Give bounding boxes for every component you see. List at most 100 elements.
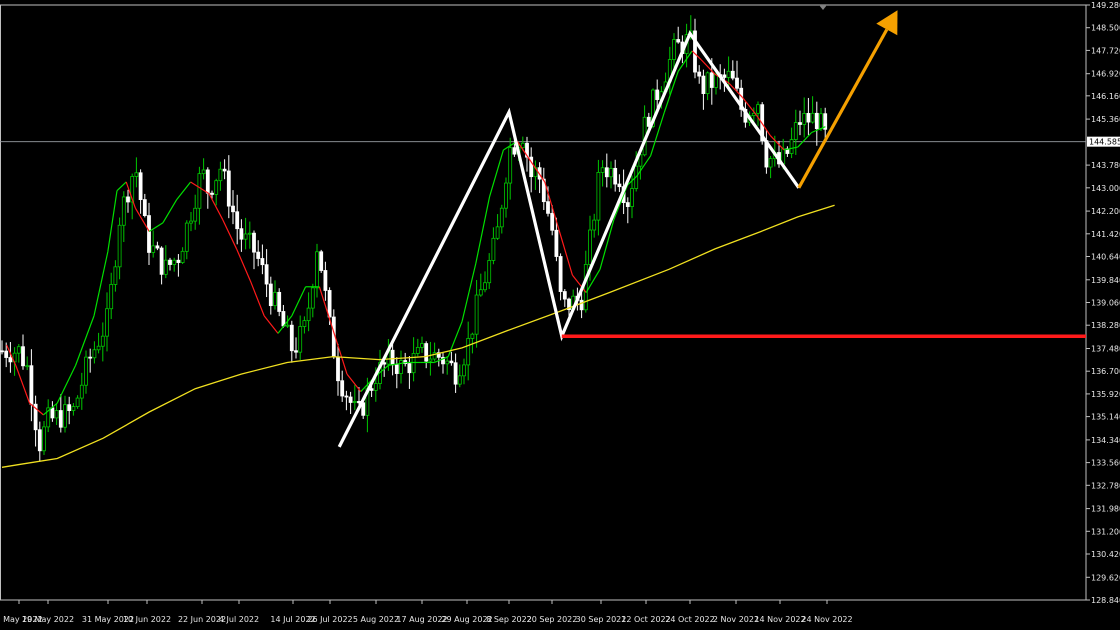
candle-body [474, 294, 479, 335]
candle-body [126, 196, 130, 203]
candle-body [714, 74, 718, 88]
y-tick-label: 139.840 [1091, 276, 1120, 285]
fast-ma-segment [291, 286, 307, 317]
candle-body [142, 199, 147, 216]
candle-body [29, 365, 34, 405]
y-tick-label: 136.700 [1091, 367, 1120, 376]
plot-frame [0, 4, 1087, 601]
y-tick-label: 135.920 [1091, 390, 1120, 399]
candle-body [457, 375, 462, 385]
candle-body [172, 259, 177, 265]
candle-body [478, 289, 483, 296]
candle-body [8, 357, 13, 363]
projection-arrow-shaft[interactable] [797, 28, 889, 189]
candle-body [558, 256, 563, 292]
candle-body [189, 220, 193, 224]
candle-body [340, 380, 345, 397]
fast-ma-segment [263, 315, 279, 334]
candle-body [579, 299, 584, 311]
candle-body [407, 363, 412, 374]
candle-body [310, 287, 315, 309]
candle-body [562, 291, 567, 300]
candle-body [42, 426, 46, 452]
y-tick-label: 141.420 [1091, 230, 1120, 239]
candle-body [302, 320, 307, 327]
candle-body [596, 172, 601, 221]
candle-body [205, 169, 210, 194]
candle-body [0, 350, 4, 353]
candle-body [462, 364, 466, 377]
candle-body [294, 350, 298, 353]
candle-body [420, 343, 424, 348]
fast-ma-segment [56, 365, 77, 404]
x-tick-label: 19 May 2022 [22, 615, 74, 624]
candle-body [394, 364, 399, 374]
fast-ma-segment [107, 190, 118, 252]
candle-body [247, 232, 252, 235]
candle-body [550, 212, 555, 231]
fast-ma-segment [613, 184, 629, 221]
y-tick-label: 147.720 [1091, 46, 1120, 55]
candle-body [672, 39, 676, 60]
y-tick-label: 129.620 [1091, 573, 1120, 582]
candle-body [491, 237, 496, 261]
candle-body [802, 113, 807, 125]
candle-body [210, 192, 214, 195]
y-tick-label: 134.340 [1091, 436, 1120, 445]
candle-body [16, 346, 21, 354]
candle-body [546, 201, 550, 214]
candle-body [218, 168, 223, 182]
y-tick-label: 139.060 [1091, 299, 1120, 308]
candle-body [92, 349, 97, 359]
candle-body [109, 284, 114, 310]
candle-body [348, 396, 353, 403]
candle-body [75, 397, 80, 408]
candle-body [554, 229, 559, 257]
chart-canvas[interactable]: 149.280 148.500 147.720 146.920 146.160 145.3… [0, 0, 1120, 630]
candle-body [168, 259, 172, 265]
candle-body [701, 75, 706, 94]
candle-body [243, 233, 248, 240]
candle-body [63, 404, 67, 428]
candle-body [604, 167, 609, 178]
candle-body [705, 72, 710, 94]
candle-body [819, 113, 823, 130]
candle-body [445, 360, 450, 365]
x-tick-label: 4 Jul 2022 [219, 615, 259, 624]
candle-body [260, 258, 265, 266]
y-tick-label: 145.360 [1091, 115, 1120, 124]
candle-body [512, 147, 517, 155]
candle-body [344, 395, 349, 398]
candle-body [235, 211, 240, 230]
y-tick-label: 130.420 [1091, 550, 1120, 559]
candle-body [25, 365, 30, 368]
candle-body [117, 224, 122, 268]
candle-body [789, 139, 794, 154]
pattern-zigzag-line[interactable] [337, 30, 801, 448]
candle-body [588, 229, 592, 265]
candle-body [134, 172, 139, 177]
y-tick-label: 140.640 [1091, 253, 1120, 262]
candle-body [180, 250, 185, 263]
y-tick-label: 146.920 [1091, 70, 1120, 79]
candle-body [613, 167, 618, 185]
candle-body [424, 343, 429, 362]
y-tick-label: 131.980 [1091, 505, 1120, 514]
fast-ma-segment [148, 222, 164, 232]
candle-body [155, 245, 160, 249]
candle-body [470, 333, 475, 339]
fast-ma-segment [249, 280, 265, 317]
candle-body [487, 260, 492, 284]
candle-body [88, 356, 93, 359]
price-chart[interactable]: 149.280 148.500 147.720 146.920 146.160 145.3… [0, 0, 1120, 630]
fast-ma-segment [162, 199, 178, 224]
candle-body [810, 112, 815, 123]
candle-body [609, 167, 613, 178]
candle-body [50, 407, 55, 419]
candle-body [327, 290, 332, 318]
x-tick-label: 2 Nov 2022 [713, 615, 759, 624]
candle-body [256, 251, 261, 259]
x-tick-label: 30 Sep 2022 [576, 615, 627, 624]
candle-body [466, 338, 471, 366]
chart-shift-marker-icon[interactable] [819, 5, 827, 10]
